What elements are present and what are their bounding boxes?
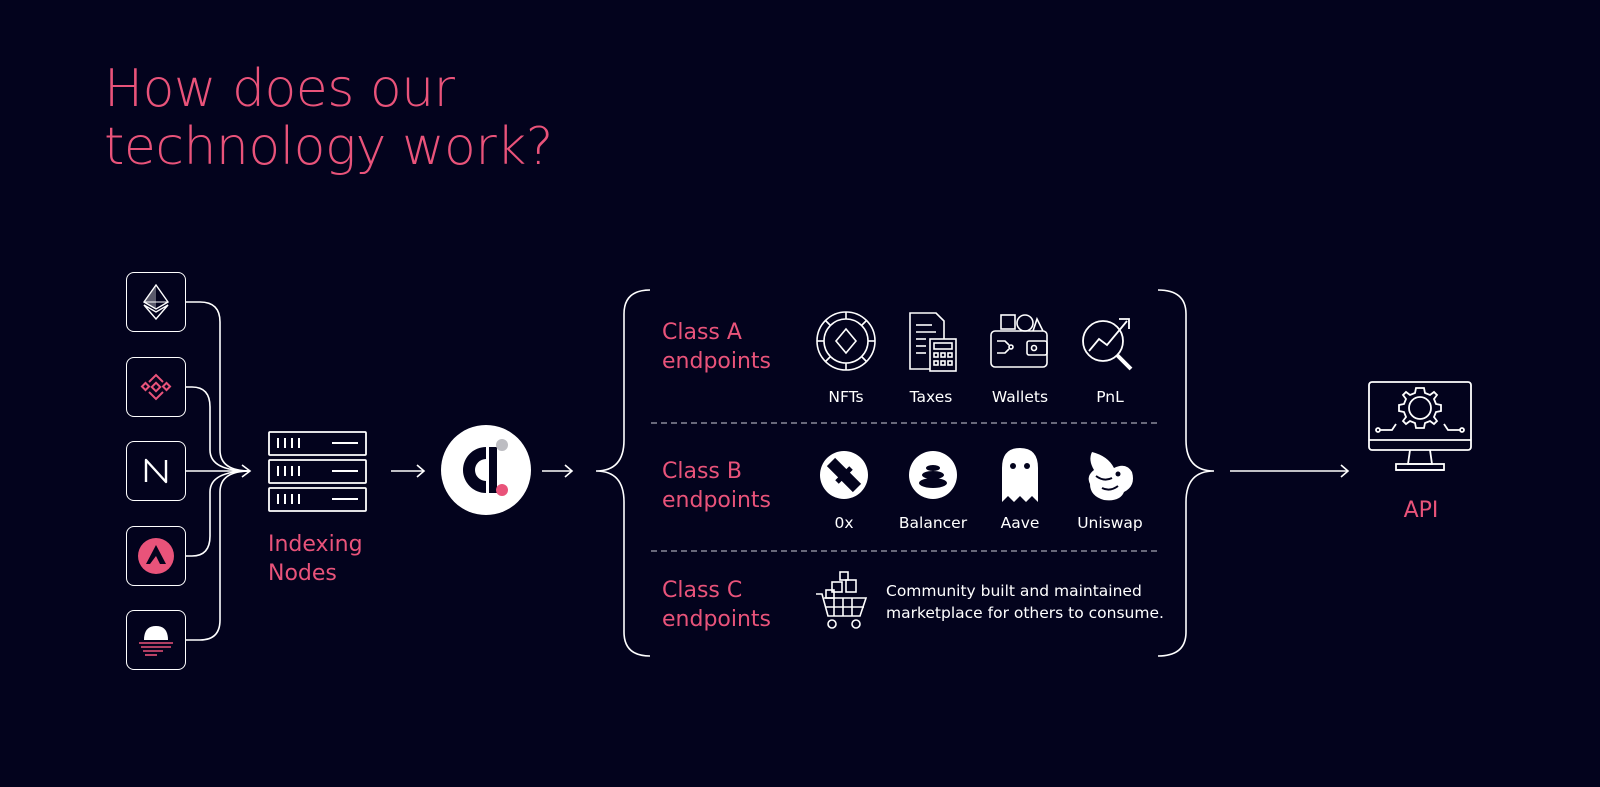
aave-item: [985, 440, 1055, 510]
uniswap-caption: Uniswap: [1077, 514, 1143, 532]
indexing-label-line-2: Nodes: [268, 561, 337, 586]
chain-binance: [126, 357, 186, 417]
nft-icon: [816, 311, 876, 371]
taxes-icon: [909, 312, 957, 372]
0x-caption: 0x: [834, 514, 854, 532]
class-a-label: Class A endpoints: [662, 318, 771, 376]
chain-ethereum: [126, 272, 186, 332]
monitor-gear-icon: [1368, 381, 1472, 471]
core-logo: [440, 424, 532, 516]
uniswap-unicorn-icon: [1088, 452, 1133, 501]
avalanche-icon: [138, 538, 174, 574]
uniswap-item: [1075, 440, 1145, 510]
aave-caption: Aave: [1000, 514, 1040, 532]
aave-ghost-icon: [1002, 448, 1038, 502]
chain-other: [126, 610, 186, 670]
balancer-caption: Balancer: [898, 514, 968, 532]
marketplace-item: [814, 570, 876, 632]
taxes-caption: Taxes: [909, 388, 953, 406]
chain-avalanche: [126, 526, 186, 586]
class-c-line-1: Class C: [662, 578, 743, 603]
api-label: API: [1403, 498, 1439, 523]
class-c-desc-line-2: marketplace for others to consume.: [886, 604, 1164, 622]
covalent-logo-icon: [441, 425, 531, 515]
taxes-item: [896, 306, 966, 376]
class-b-line-2: endpoints: [662, 488, 772, 513]
class-c-description: Community built and maintained marketpla…: [886, 580, 1186, 624]
striped-dome-icon: [139, 626, 173, 656]
api-node: [1366, 378, 1474, 480]
binance-icon: [140, 373, 172, 401]
balancer-item: [898, 440, 968, 510]
class-c-line-2: endpoints: [662, 607, 772, 632]
0x-icon: [820, 451, 868, 499]
class-a-line-2: endpoints: [662, 349, 772, 374]
balancer-icon: [909, 451, 957, 499]
chain-near: [126, 441, 186, 501]
indexing-label: Indexing Nodes: [268, 530, 363, 588]
shopping-cart-icon: [816, 571, 868, 629]
indexing-nodes: [268, 430, 368, 514]
nft-item: [811, 306, 881, 376]
class-c-label: Class C endpoints: [662, 576, 771, 634]
0x-item: [809, 440, 879, 510]
class-a-line-1: Class A: [662, 320, 742, 345]
class-b-line-1: Class B: [662, 459, 742, 484]
class-b-label: Class B endpoints: [662, 457, 771, 515]
wallets-caption: Wallets: [991, 388, 1049, 406]
wallet-item: [985, 306, 1055, 376]
near-icon: [144, 458, 168, 484]
class-c-desc-line-1: Community built and maintained: [886, 582, 1142, 600]
pnl-caption: PnL: [1096, 388, 1124, 406]
pnl-icon: [1082, 318, 1133, 371]
ethereum-icon: [142, 284, 170, 320]
pnl-item: [1075, 306, 1145, 376]
indexing-label-line-1: Indexing: [268, 532, 363, 557]
server-rack-icon: [268, 431, 367, 512]
wallet-icon: [990, 314, 1048, 368]
